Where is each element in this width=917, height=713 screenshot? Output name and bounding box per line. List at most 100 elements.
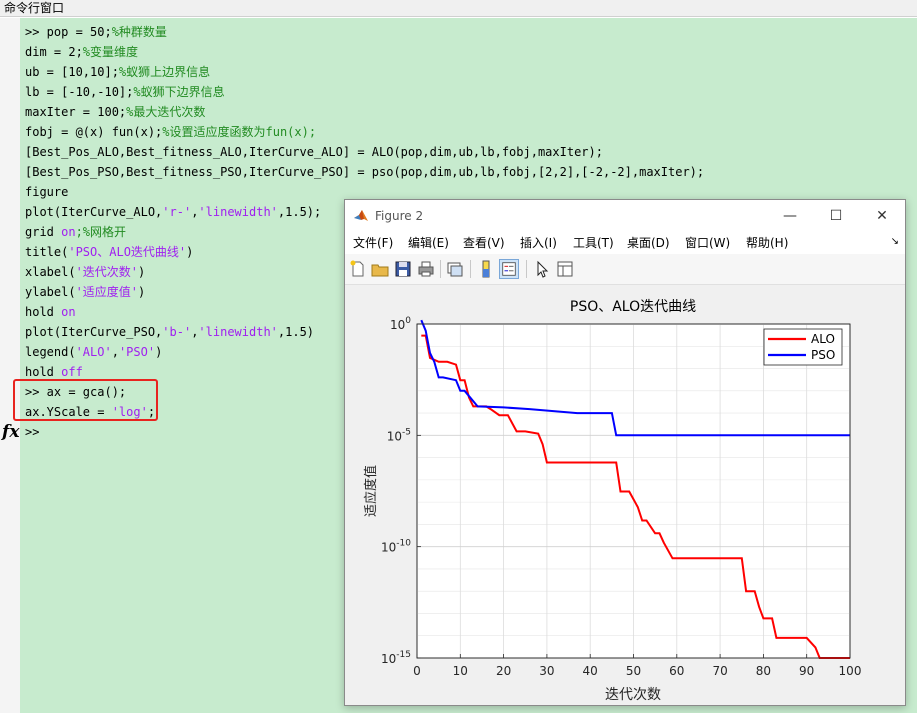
code-pre: plot(IterCurve_ALO, (25, 205, 163, 219)
x-tick-label: 60 (669, 664, 684, 678)
code-post: ,1.5) (277, 325, 315, 339)
menu-overflow-icon[interactable]: ↘ (891, 236, 899, 247)
code-comment: ;%网格开 (75, 225, 127, 239)
code-post: ) (138, 285, 146, 299)
command-line: plot(IterCurve_PSO,'b-','linewidth',1.5) (25, 322, 314, 342)
link-plot-icon[interactable] (445, 259, 465, 279)
menu-file[interactable]: 文件(F) (353, 232, 393, 254)
x-tick-label: 40 (583, 664, 598, 678)
y-tick-base: 10 (381, 541, 396, 555)
code-code: fobj = @(x) fun(x); (25, 125, 163, 139)
code-kw: on (61, 305, 76, 319)
code-post: ) (138, 265, 146, 279)
command-line: legend('ALO','PSO') (25, 342, 162, 362)
code-pre: plot(IterCurve_PSO, (25, 325, 163, 339)
code-str1: 'ALO' (75, 345, 112, 359)
figure-toolbar (345, 254, 905, 285)
x-tick-label: 50 (626, 664, 641, 678)
code-code: dim = 2; (25, 45, 83, 59)
figure-menubar: 文件(F) 编辑(E) 查看(V) 插入(I) 工具(T) 桌面(D) 窗口(W… (345, 232, 905, 254)
command-line: hold on (25, 302, 76, 322)
y-axis-ticks: 10010-510-1010-15 (381, 316, 421, 666)
print-icon[interactable] (416, 259, 436, 279)
y-tick-label: 10-15 (381, 650, 411, 666)
code-kw: off (61, 365, 83, 379)
code-code: ub = [10,10]; (25, 65, 119, 79)
code-str1: '适应度值' (75, 285, 139, 299)
edit-plot-icon[interactable] (532, 259, 552, 279)
x-axis-label: 迭代次数 (605, 687, 661, 703)
menu-tools[interactable]: 工具(T) (573, 232, 614, 254)
minimize-icon[interactable]: — (767, 200, 813, 232)
code-code: [Best_Pos_PSO,Best_fitness_PSO,IterCurve… (25, 165, 705, 179)
code-code: lb = [-10,-10]; (25, 85, 134, 99)
code-comment: %变量维度 (82, 45, 139, 59)
code-comment: %蚁狮上边界信息 (118, 65, 211, 79)
figure-window[interactable]: Figure 2 — ☐ ✕ 文件(F) 编辑(E) 查看(V) 插入(I) 工… (344, 199, 906, 706)
insert-colorbar-icon[interactable] (476, 259, 496, 279)
code-pre: title( (25, 245, 69, 259)
maximize-icon[interactable]: ☐ (813, 200, 859, 232)
y-tick-base: 10 (390, 318, 405, 332)
command-line: lb = [-10,-10];%蚁狮下边界信息 (25, 82, 225, 102)
menu-edit[interactable]: 编辑(E) (408, 232, 449, 254)
x-tick-label: 80 (756, 664, 771, 678)
code-pre: grid (25, 225, 62, 239)
fx-icon[interactable]: fx (2, 422, 19, 442)
y-tick-label: 10-5 (387, 427, 411, 443)
new-figure-icon[interactable] (348, 259, 368, 279)
command-line: [Best_Pos_ALO,Best_fitness_ALO,IterCurve… (25, 142, 603, 162)
toolbar-separator (440, 260, 441, 278)
code-pre: xlabel( (25, 265, 76, 279)
y-tick-exp: 0 (405, 316, 411, 326)
legend-alo-label: ALO (811, 332, 835, 346)
property-inspector-icon[interactable] (555, 259, 575, 279)
menu-help[interactable]: 帮助(H) (746, 232, 788, 254)
menu-window[interactable]: 窗口(W) (685, 232, 730, 254)
code-comment: %蚁狮下边界信息 (133, 85, 225, 99)
close-icon[interactable]: ✕ (859, 200, 905, 232)
code-kw: on (61, 225, 76, 239)
code-str2: 'PSO' (118, 345, 156, 359)
x-tick-label: 70 (712, 664, 727, 678)
code-str1: 'PSO、ALO迭代曲线' (68, 245, 187, 259)
toolbar-separator (470, 260, 471, 278)
open-file-icon[interactable] (370, 259, 390, 279)
x-tick-label: 100 (839, 664, 862, 678)
chart-title: PSO、ALO迭代曲线 (570, 299, 696, 315)
x-tick-label: 30 (539, 664, 554, 678)
command-line: figure (25, 182, 68, 202)
save-icon[interactable] (393, 259, 413, 279)
code-code: [Best_Pos_ALO,Best_fitness_ALO,IterCurve… (25, 145, 603, 159)
code-str2: 'linewidth' (198, 205, 278, 219)
legend[interactable]: ALO PSO (763, 328, 843, 366)
figure-titlebar[interactable]: Figure 2 — ☐ ✕ (345, 200, 905, 232)
y-tick-label: 10-10 (381, 539, 411, 555)
code-post: ) (186, 245, 194, 259)
y-tick-exp: -15 (396, 650, 411, 660)
legend-pso-label: PSO (811, 348, 835, 362)
menu-desktop[interactable]: 桌面(D) (627, 232, 670, 254)
figure-canvas[interactable]: 0 10 20 30 40 50 60 70 80 90 100 100 10-5 10-10 10-15… (345, 285, 905, 705)
code-str1: '迭代次数' (75, 265, 139, 279)
command-line: [Best_Pos_PSO,Best_fitness_PSO,IterCurve… (25, 162, 704, 182)
code-mid: , (111, 345, 119, 359)
plot-area[interactable]: 0 10 20 30 40 50 60 70 80 90 100 10010-510-1010-15… (345, 285, 905, 705)
y-tick-exp: -10 (396, 539, 411, 549)
figure-title: Figure 2 (375, 209, 424, 223)
y-tick-base: 10 (387, 429, 402, 443)
code-post: ) (155, 345, 163, 359)
code-pre: hold (25, 365, 62, 379)
command-line: >> pop = 50;%种群数量 (25, 22, 167, 42)
code-code: maxIter = 100; (25, 105, 127, 119)
command-line: ylabel('适应度值') (25, 282, 145, 302)
menu-insert[interactable]: 插入(I) (520, 232, 557, 254)
code-str2: 'linewidth' (198, 325, 278, 339)
x-tick-label: 0 (413, 664, 421, 678)
code-code: figure (25, 185, 69, 199)
menu-view[interactable]: 查看(V) (463, 232, 505, 254)
command-line: ub = [10,10];%蚁狮上边界信息 (25, 62, 210, 82)
y-tick-base: 10 (381, 652, 396, 666)
command-prompt[interactable]: >> (25, 422, 39, 442)
insert-legend-icon[interactable] (499, 259, 519, 279)
